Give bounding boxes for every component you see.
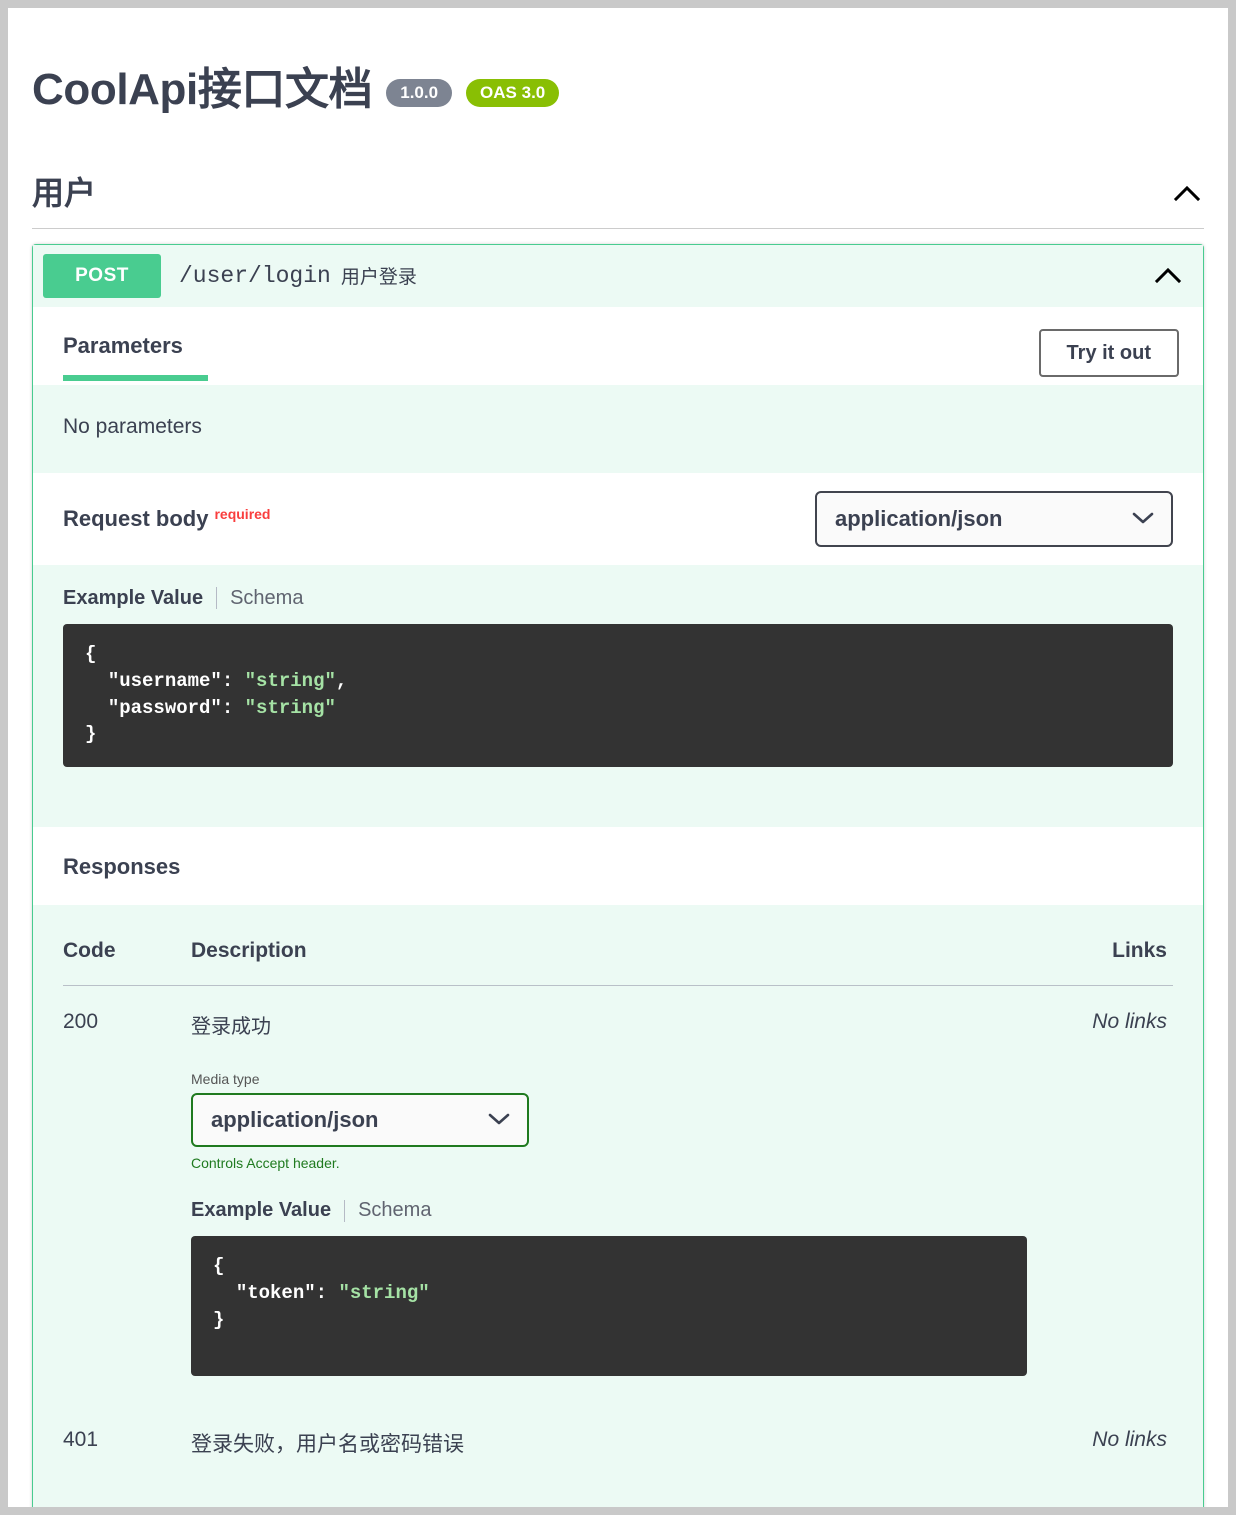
response-code-200: 200 <box>63 1010 99 1034</box>
tab-example-value[interactable]: Example Value <box>191 1199 331 1222</box>
version-badge: 1.0.0 <box>386 79 453 108</box>
media-type-label: Media type <box>191 1071 260 1088</box>
chevron-up-icon[interactable] <box>1151 259 1185 293</box>
response-media-type-value: application/json <box>211 1107 379 1133</box>
code-value-password: "string" <box>244 696 336 719</box>
code-key-username: "username" <box>107 669 222 692</box>
operation-summary-row[interactable]: POST /user/login 用户登录 <box>33 244 1203 307</box>
code-value-token: "string" <box>338 1282 430 1305</box>
table-row: 200 登录成功 Media type application/json Con… <box>63 986 1173 1404</box>
tab-divider <box>216 587 218 610</box>
request-example-tabs: Example Value Schema <box>63 587 1173 610</box>
tab-schema[interactable]: Schema <box>358 1199 431 1222</box>
code-key-password: "password" <box>107 696 222 719</box>
responses-table-body: 200 登录成功 Media type application/json Con… <box>63 986 1173 1507</box>
response-description-500: 服务器内部错误 <box>191 1486 1027 1507</box>
response-description-200: 登录成功 <box>191 1016 271 1039</box>
operation-summary-text: 用户登录 <box>340 267 417 289</box>
responses-header-row: Code Description Links <box>63 939 1173 987</box>
chevron-down-icon <box>487 1107 511 1133</box>
operation-body: Parameters Try it out No parameters Requ… <box>33 306 1203 1507</box>
request-body-label: Request body <box>63 505 209 531</box>
responses-table-head: Code Description Links <box>63 939 1173 987</box>
no-parameters-text: No parameters <box>63 414 202 438</box>
chevron-down-icon <box>1131 506 1155 532</box>
code-value-username: "string" <box>244 669 336 692</box>
response-example-tabs: Example Value Schema <box>191 1199 1027 1222</box>
column-header-code: Code <box>63 939 191 987</box>
response-links-200: No links <box>1092 1010 1167 1034</box>
tag-header[interactable]: 用户 <box>32 175 1204 229</box>
parameters-section-header: Parameters Try it out <box>33 306 1203 385</box>
code-key-token: "token" <box>235 1282 316 1305</box>
responses-table: Code Description Links 200 登录成功 Media ty… <box>63 939 1173 1507</box>
response-code-401: 401 <box>63 1428 99 1452</box>
api-title-row: CoolApi接口文档 1.0.0 OAS 3.0 <box>32 65 1228 114</box>
response-example-code: { "token": "string" } <box>191 1236 1027 1377</box>
request-content-type-value: application/json <box>835 505 1003 531</box>
operation-path: /user/login <box>179 262 331 289</box>
operation-block-post-user-login: POST /user/login 用户登录 Parameters Try it … <box>32 243 1204 1507</box>
request-body-row: Request body required application/json <box>33 472 1203 565</box>
swagger-ui-page: CoolApi接口文档 1.0.0 OAS 3.0 用户 POST /user/… <box>8 8 1228 1507</box>
column-header-links: Links <box>1027 939 1173 987</box>
tag-section-user: 用户 POST /user/login 用户登录 Parameters Try … <box>8 176 1228 1507</box>
response-links-401: No links <box>1092 1428 1167 1452</box>
response-description-cell-200: 登录成功 Media type application/json Control… <box>191 986 1027 1404</box>
column-header-description: Description <box>191 939 1027 987</box>
page-title: CoolApi接口文档 <box>32 65 373 114</box>
response-code-500: 500 <box>63 1486 191 1507</box>
request-example-area: Example Value Schema { "username": "stri… <box>33 564 1203 828</box>
request-body-required-badge: required <box>214 506 271 523</box>
tag-name-label: 用户 <box>32 175 97 212</box>
http-method-badge: POST <box>43 253 161 298</box>
oas-badge: OAS 3.0 <box>466 79 560 108</box>
request-content-type-select[interactable]: application/json <box>815 490 1173 547</box>
table-row: 401 登录失败，用户名或密码错误 No links <box>63 1404 1173 1486</box>
code-line-open-brace: { <box>213 1255 225 1278</box>
responses-body: Code Description Links 200 登录成功 Media ty… <box>33 905 1203 1507</box>
tab-divider <box>344 1199 346 1222</box>
code-line-close-brace: } <box>85 723 97 746</box>
try-it-out-button[interactable]: Try it out <box>1038 328 1179 377</box>
accept-header-note: Controls Accept header. <box>191 1155 340 1172</box>
response-description-401: 登录失败，用户名或密码错误 <box>191 1433 464 1457</box>
parameters-body: No parameters <box>33 384 1203 473</box>
responses-section-header: Responses <box>33 827 1203 906</box>
response-example-area: Example Value Schema { "token": "string"… <box>191 1199 1027 1377</box>
response-links-500: No links <box>1027 1486 1173 1507</box>
request-body-label-wrap: Request body required <box>63 506 270 532</box>
table-row: 500 服务器内部错误 No links <box>63 1486 1173 1507</box>
tab-example-value[interactable]: Example Value <box>63 587 203 610</box>
request-example-code: { "username": "string", "password": "str… <box>63 623 1173 768</box>
code-line-close-brace: } <box>213 1309 225 1332</box>
tab-schema[interactable]: Schema <box>230 587 303 610</box>
tab-parameters[interactable]: Parameters <box>63 333 208 381</box>
api-info-block: CoolApi接口文档 1.0.0 OAS 3.0 <box>8 8 1228 114</box>
code-line-open-brace: { <box>85 642 97 665</box>
chevron-up-icon[interactable] <box>1170 177 1204 211</box>
responses-title: Responses <box>63 854 181 880</box>
response-media-type-select[interactable]: application/json <box>191 1093 529 1148</box>
